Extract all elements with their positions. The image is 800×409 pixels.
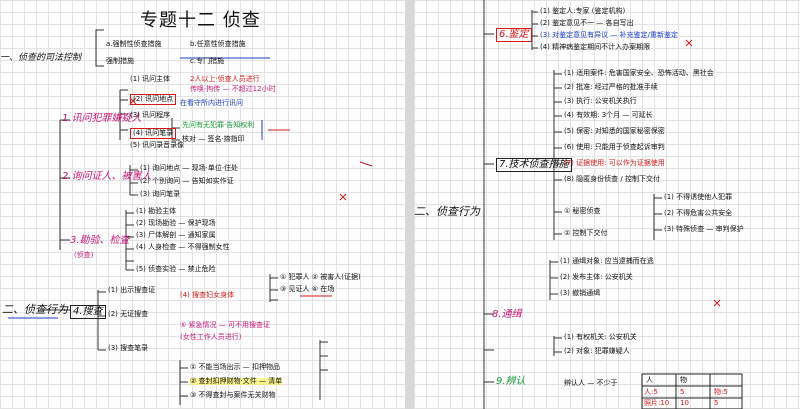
bottom-note-3: ③ 不得查封与案件无关财物	[190, 391, 276, 399]
section-appraisal: 6.鉴定	[496, 28, 532, 42]
s7-item-1: (1) 适用案件: 危害国家安全、恐怖活动、黑社会	[564, 69, 714, 77]
s7-item-5: (5) 保密: 对知悉的国家秘密保密	[564, 127, 665, 135]
s7-side-4: ② 控制下交付	[564, 229, 608, 237]
page-gutter	[405, 0, 414, 409]
section-search: 4.搜查	[70, 305, 106, 319]
s4-item-4: (4) 搜查妇女身体	[180, 291, 235, 299]
section-inspection: 3.勘验、检查	[70, 235, 130, 246]
note-special-measures: c.专门措施	[190, 57, 225, 65]
heading-judicial-control: 一、侦查的司法控制	[0, 53, 82, 63]
s3-item-5: (5) 侦查实验 — 禁止危险	[136, 265, 216, 273]
table-cell-3-1: 物:5	[714, 388, 728, 396]
s4-item-3: (3) 搜查笔录	[108, 344, 149, 352]
table-header-2: 物	[680, 376, 687, 384]
s1-item-3: (3) 讯问程序	[130, 111, 171, 119]
note-coercive-measures: 强制措施	[106, 57, 134, 65]
s7-side-2: (2) 不得危害公共安全	[664, 209, 733, 217]
s7-side-1: (1) 不得诱使他人犯罪	[664, 193, 733, 201]
s1-item-2: (2) 讯问地点	[130, 94, 177, 105]
s4-note-3: ⑤ 紧急情况 — 可不用搜查证	[180, 321, 270, 329]
s7-item-8: (8) 隐匿身份侦查 / 控制下交付	[564, 175, 660, 183]
s1-note-4: 先问有无犯罪·告知权利	[182, 121, 255, 129]
s3-item-1: (1) 勘验主体	[136, 207, 177, 215]
note-voluntary-measures: b.任意性侦查措施	[190, 40, 246, 48]
s7-side-5: (3) 特殊侦查 — 审判保护	[664, 225, 744, 233]
s7-side-3: ① 秘密侦查	[564, 207, 601, 215]
s6-item-2: (2) 鉴定意见不一 — 各自写出	[540, 19, 634, 27]
s7-item-2: (2) 批准: 经过严格的批准手续	[564, 83, 658, 91]
s2-item-1: (1) 询问地点 — 现场·单位·住处	[140, 164, 239, 172]
bottom-note-1: ① 不能当场出示 — 扣押物品	[190, 363, 280, 371]
s3-item-4: (4) 人身检查 — 不得强制女性	[136, 243, 230, 251]
table-cell-1-1: 人:5	[644, 388, 658, 396]
s7-item-7: (7) 证据使用: 可以作为证据使用	[564, 159, 665, 167]
right-notebook-page: 6.鉴定 (1) 鉴定人:专家 (鉴定机构) (2) 鉴定意见不一 — 各自写出…	[414, 0, 800, 409]
s1-item-4: (4) 讯问笔录	[130, 128, 177, 139]
section-identification: 9.辨认	[496, 376, 526, 387]
s7-item-4: (4) 有效期: 3个月 — 可延长	[564, 111, 653, 119]
s3-item-2: (2) 现场勘验 — 保护现场	[136, 219, 216, 227]
section-witness: 2.询问证人、被害人	[62, 171, 152, 182]
heading-investigation-acts: 二、侦查行为	[2, 303, 68, 316]
s1-note-3: 在看守所内进行讯问	[180, 99, 243, 107]
s9-item-1: (1) 有权机关: 公安机关	[564, 333, 637, 341]
section-technical-investigation: 7.技术侦查措施	[496, 158, 572, 172]
s2-item-3: (3) 询问笔录	[140, 190, 181, 198]
s6-item-1: (1) 鉴定人:专家 (鉴定机构)	[540, 7, 626, 15]
table-cell-3-2: 5	[714, 399, 719, 407]
s1-item-5: (5) 讯问录音录像	[130, 141, 185, 149]
s4-note-4: (女性工作人员进行)	[180, 333, 242, 341]
table-cell-2-2: 10	[680, 399, 689, 407]
s1-note-5: 核对 — 签名·捺指印	[182, 135, 245, 143]
s7-item-6: (6) 使用: 只能用于侦查起诉审判	[564, 143, 665, 151]
s1-note-1: 2人以上·侦查人员进行	[190, 75, 260, 83]
s4-note-2: ③ 见证人 ④ 在场	[280, 285, 335, 293]
bottom-note-2: ② 查封扣押财物·文件 — 清单	[190, 377, 283, 385]
s8-item-1: (1) 通缉对象: 应当逮捕而在逃	[560, 257, 654, 265]
page-title: 专题十二 侦查	[140, 10, 261, 31]
s7-item-3: (3) 执行: 公安机关执行	[564, 97, 637, 105]
s1-note-2: 传唤·拘传 — 不超过12小时	[190, 85, 276, 93]
table-cell-2-1: 照片:10	[644, 399, 670, 407]
identification-label: 辨认人 — 不少于	[564, 379, 618, 387]
s9-item-2: (2) 对象: 犯罪嫌疑人	[564, 347, 630, 355]
s8-item-2: (2) 发布主体: 公安机关	[560, 273, 633, 281]
s8-item-3: (3) 撤销通缉	[560, 289, 601, 297]
left-notebook-page: 专题十二 侦查 一、侦查的司法控制 a.强制性侦查措施 b.任意性侦查措施 强制…	[0, 0, 405, 409]
s6-item-4: (4) 精神病鉴定期间不计入办案期限	[540, 43, 651, 51]
heading-investigation-acts-right: 二、侦查行为	[414, 205, 480, 218]
s3-item-3: (3) 尸体解剖 — 通知家属	[136, 231, 216, 239]
table-cell-1-2: 5	[680, 388, 685, 396]
s4-item-2: (2) 无证搜查	[108, 310, 149, 318]
s1-item-1: (1) 讯问主体	[130, 75, 171, 83]
s4-item-1: (1) 出示搜查证	[108, 286, 156, 294]
s2-item-2: (2) 个别询问 — 告知如实作证	[140, 177, 234, 185]
s6-item-3: (3) 对鉴定意见有异议 — 补充鉴定/重新鉴定	[540, 31, 678, 39]
section-wanted: 8.通缉	[492, 309, 522, 320]
s3-note: (侦查)	[74, 251, 94, 259]
table-header-1: 人	[646, 376, 653, 384]
note-compulsory-measures: a.强制性侦查措施	[106, 40, 162, 48]
s4-note-1: ① 犯罪人 ② 被害人(证据)	[280, 273, 361, 281]
